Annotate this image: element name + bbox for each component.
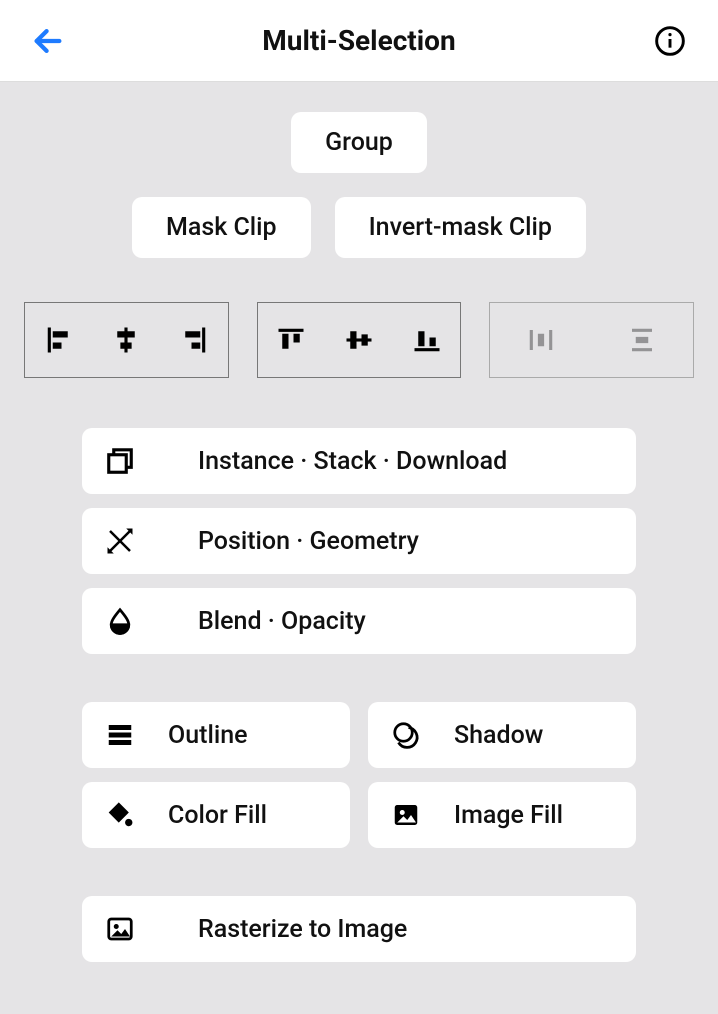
blend-row[interactable]: Blend · Opacity bbox=[82, 588, 636, 654]
content-area: Group Mask Clip Invert-mask Clip bbox=[0, 82, 718, 962]
info-button[interactable] bbox=[650, 21, 690, 61]
back-arrow-icon bbox=[31, 24, 65, 58]
outline-icon bbox=[102, 717, 138, 753]
align-right-icon bbox=[179, 325, 209, 355]
shadow-row[interactable]: Shadow bbox=[368, 702, 636, 768]
align-left-icon bbox=[44, 325, 74, 355]
image-fill-label: Image Fill bbox=[454, 801, 563, 830]
align-right-button[interactable] bbox=[170, 316, 218, 364]
color-fill-label: Color Fill bbox=[168, 801, 267, 830]
align-vertical-group bbox=[257, 302, 462, 378]
instance-label: Instance · Stack · Download bbox=[198, 447, 507, 476]
mask-clip-button[interactable]: Mask Clip bbox=[132, 197, 311, 258]
color-fill-row[interactable]: Color Fill bbox=[82, 782, 350, 848]
align-center-h-button[interactable] bbox=[102, 316, 150, 364]
distribute-group bbox=[489, 302, 694, 378]
align-bottom-icon bbox=[412, 325, 442, 355]
rasterize-section: Rasterize to Image bbox=[24, 896, 694, 962]
color-fill-icon bbox=[102, 797, 138, 833]
group-button[interactable]: Group bbox=[291, 112, 427, 173]
align-horizontal-group bbox=[24, 302, 229, 378]
align-top-icon bbox=[276, 325, 306, 355]
distribute-v-icon bbox=[627, 325, 657, 355]
header-bar: Multi-Selection bbox=[0, 0, 718, 82]
alignment-toolbar bbox=[24, 302, 694, 378]
position-icon bbox=[102, 523, 138, 559]
align-bottom-button[interactable] bbox=[403, 316, 451, 364]
page-title: Multi-Selection bbox=[262, 24, 455, 57]
distribute-h-icon bbox=[526, 325, 556, 355]
distribute-h-button[interactable] bbox=[517, 316, 565, 364]
instance-row[interactable]: Instance · Stack · Download bbox=[82, 428, 636, 494]
style-row-1: Outline Shadow bbox=[24, 702, 694, 768]
position-row[interactable]: Position · Geometry bbox=[82, 508, 636, 574]
rasterize-row[interactable]: Rasterize to Image bbox=[82, 896, 636, 962]
image-fill-row[interactable]: Image Fill bbox=[368, 782, 636, 848]
rasterize-icon bbox=[102, 911, 138, 947]
shadow-label: Shadow bbox=[454, 721, 543, 750]
rasterize-label: Rasterize to Image bbox=[198, 915, 407, 944]
align-center-v-button[interactable] bbox=[335, 316, 383, 364]
instance-icon bbox=[102, 443, 138, 479]
align-center-v-icon bbox=[344, 325, 374, 355]
position-label: Position · Geometry bbox=[198, 527, 419, 556]
blend-label: Blend · Opacity bbox=[198, 607, 366, 636]
outline-row[interactable]: Outline bbox=[82, 702, 350, 768]
style-row-2: Color Fill Image Fill bbox=[24, 782, 694, 848]
align-top-button[interactable] bbox=[267, 316, 315, 364]
shadow-icon bbox=[388, 717, 424, 753]
blend-icon bbox=[102, 603, 138, 639]
invert-mask-clip-button[interactable]: Invert-mask Clip bbox=[335, 197, 586, 258]
property-list: Instance · Stack · Download Position · G… bbox=[24, 428, 694, 654]
back-button[interactable] bbox=[28, 21, 68, 61]
distribute-v-button[interactable] bbox=[618, 316, 666, 364]
align-center-h-icon bbox=[111, 325, 141, 355]
info-icon bbox=[654, 25, 686, 57]
outline-label: Outline bbox=[168, 721, 248, 750]
align-left-button[interactable] bbox=[35, 316, 83, 364]
image-fill-icon bbox=[388, 797, 424, 833]
